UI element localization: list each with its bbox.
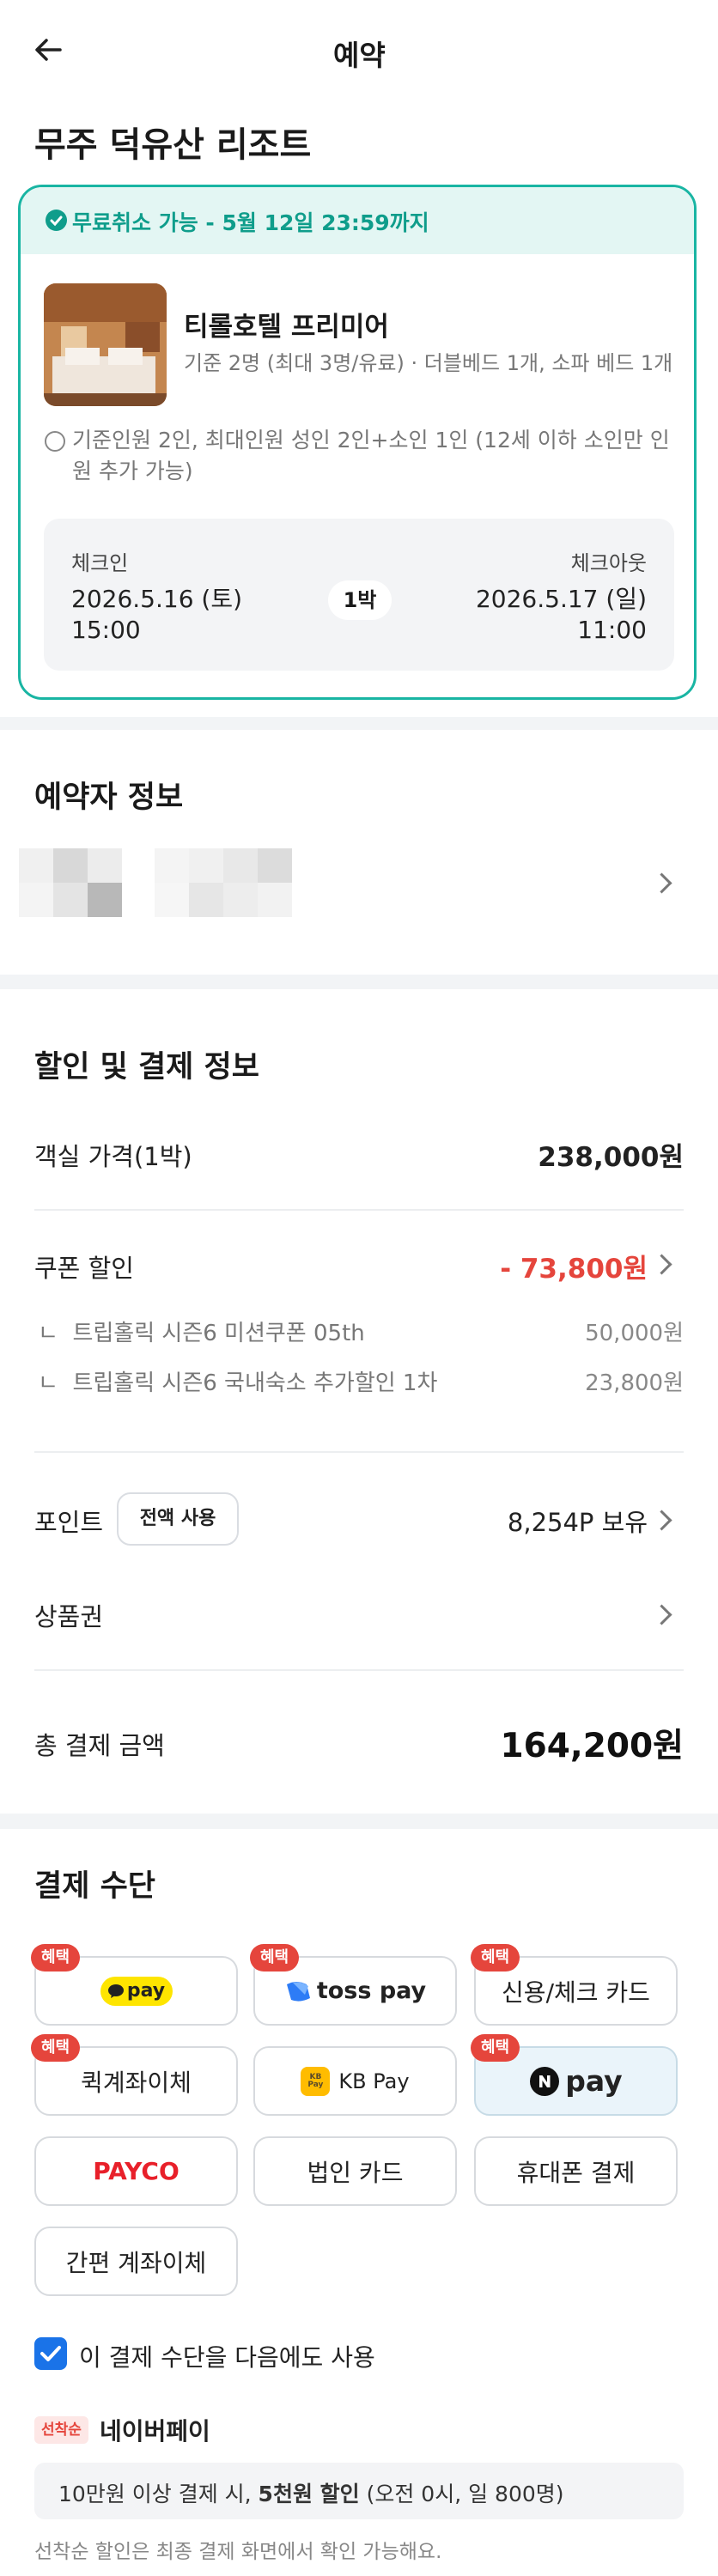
reservation-page: 예약 무주 덕유산 리조트 무료취소 가능 - 5월 12일 23:59까지 티… xyxy=(0,0,718,2576)
toss-logo-icon xyxy=(286,1981,310,2002)
coupon-item-label: 트립홀릭 시즌6 국내숙소 추가할인 1차 xyxy=(72,1370,438,1396)
room-thumbnail[interactable] xyxy=(44,283,167,406)
checkin-time: 15:00 xyxy=(71,616,141,644)
payment-info-title: 할인 및 결제 정보 xyxy=(34,1050,259,1084)
checkout-date: 2026.5.17 (일) xyxy=(475,585,647,613)
first-come-badge: 선착순 xyxy=(34,2416,88,2444)
coupon-item-label: 트립홀릭 시즌6 미션쿠폰 05th xyxy=(72,1321,365,1346)
room-price-value: 238,000원 xyxy=(538,1142,684,1173)
benefit-badge: 혜택 xyxy=(250,1944,300,1971)
benefit-badge: 혜택 xyxy=(31,2034,81,2062)
easy-transfer-label: 간편 계좌이체 xyxy=(65,2248,207,2277)
booker-phone-blurred xyxy=(155,848,292,917)
promo-box: 10만원 이상 결제 시, 5천원 할인 (오전 0시, 일 800명) xyxy=(34,2463,684,2519)
booker-name-blurred xyxy=(19,848,122,917)
phone-payment-label: 휴대폰 결제 xyxy=(516,2158,636,2187)
divider xyxy=(34,1669,684,1671)
checkout-time: 11:00 xyxy=(577,616,647,644)
chevron-right-icon[interactable] xyxy=(651,1604,672,1625)
divider xyxy=(34,1451,684,1453)
back-arrow-icon[interactable] xyxy=(31,33,65,67)
coupon-item-value: 50,000원 xyxy=(585,1321,684,1346)
footnote: 선착순 할인은 최종 결제 화면에서 확인 가능해요. xyxy=(34,2541,442,2563)
payco-button[interactable]: PAYCO xyxy=(34,2136,238,2206)
room-name: 티롤호텔 프리미어 xyxy=(184,312,389,343)
checkin-date: 2026.5.16 (토) xyxy=(71,585,243,613)
kbpay-button[interactable]: KB Pay KB Pay xyxy=(253,2046,457,2116)
promo-text-part: 10만원 이상 결제 시, xyxy=(58,2482,259,2506)
coupon-item-value: 23,800원 xyxy=(585,1370,684,1396)
quick-transfer-label: 퀵계좌이체 xyxy=(81,2068,192,2097)
check-circle-icon xyxy=(46,210,67,231)
total-amount: 164,200원 xyxy=(500,1727,684,1765)
remember-checkbox[interactable] xyxy=(34,2337,67,2370)
nights-badge: 1박 xyxy=(328,580,392,620)
credit-card-label: 신용/체크 카드 xyxy=(502,1978,650,2007)
payco-label: PAYCO xyxy=(93,2157,180,2185)
benefit-badge: 혜택 xyxy=(31,1944,81,1971)
kbpay-label: KB Pay xyxy=(338,2069,410,2093)
kakaopay-logo: pay xyxy=(100,1976,173,2006)
easy-transfer-button[interactable]: 간편 계좌이체 xyxy=(34,2227,238,2296)
benefit-badge: 혜택 xyxy=(471,1944,520,1971)
benefit-badge: 혜택 xyxy=(471,2034,520,2062)
booker-section[interactable]: 예약자 정보 xyxy=(0,730,718,975)
room-price-label: 객실 가격(1박) xyxy=(34,1142,192,1171)
remember-label[interactable]: 이 결제 수단을 다음에도 사용 xyxy=(79,2339,375,2373)
free-cancel-text: 무료취소 가능 - 5월 12일 23:59까지 xyxy=(72,210,429,235)
speech-bubble-icon xyxy=(107,1984,124,1998)
phone-payment-button[interactable]: 휴대폰 결제 xyxy=(474,2136,678,2206)
cancel-banner: 무료취소 가능 - 5월 12일 23:59까지 xyxy=(21,187,694,254)
hotel-name: 무주 덕유산 리조트 xyxy=(34,125,312,165)
payment-methods-title: 결제 수단 xyxy=(34,1869,155,1904)
kbpay-logo-icon: KB Pay xyxy=(301,2066,331,2096)
coupon-label: 쿠폰 할인 xyxy=(34,1254,134,1283)
checkin-checkout-box: 체크인 2026.5.16 (토) 15:00 1박 체크아웃 2026.5.1… xyxy=(44,519,674,671)
coupon-discount-value[interactable]: - 73,800원 xyxy=(500,1247,648,1285)
tosspay-label: toss pay xyxy=(316,1978,427,2004)
occupancy-note: 기준인원 2인, 최대인원 성인 2인+소인 1인 (12세 이하 소인만 인원… xyxy=(72,428,670,483)
info-icon xyxy=(45,431,65,452)
promo-text-part: (오전 0시, 일 800명) xyxy=(359,2482,564,2506)
promo-text: 10만원 이상 결제 시, 5천원 할인 (오전 0시, 일 800명) xyxy=(58,2477,564,2508)
checkin-label: 체크인 xyxy=(71,551,129,575)
chevron-right-icon[interactable] xyxy=(651,1254,672,1275)
point-label: 포인트 xyxy=(34,1508,104,1537)
coupon-item: ㄴ 트립홀릭 시즌6 미션쿠폰 05th xyxy=(38,1321,365,1346)
booker-title: 예약자 정보 xyxy=(34,781,184,815)
room-card: 무료취소 가능 - 5월 12일 23:59까지 티롤호텔 프리미어 기준 2명… xyxy=(18,185,697,700)
room-description: 기준 2명 (최대 3명/유료) · 더블베드 1개, 소파 베드 1개 xyxy=(184,351,673,375)
total-label: 총 결제 금액 xyxy=(34,1731,165,1760)
divider xyxy=(34,1209,684,1211)
use-all-points-button[interactable]: 전액 사용 xyxy=(117,1492,239,1546)
header-section: 예약 무주 덕유산 리조트 무료취소 가능 - 5월 12일 23:59까지 티… xyxy=(0,0,718,717)
point-balance: 8,254P 보유 xyxy=(507,1508,648,1537)
kakaopay-label: pay xyxy=(126,1980,166,2002)
corporate-card-button[interactable]: 법인 카드 xyxy=(253,2136,457,2206)
naver-n-icon xyxy=(530,2066,560,2096)
payment-info-section: 할인 및 결제 정보 객실 가격(1박) 238,000원 쿠폰 할인 - 73… xyxy=(0,989,718,1814)
chevron-right-icon[interactable] xyxy=(651,872,672,894)
checkout-label: 체크아웃 xyxy=(570,551,647,575)
checkmark-icon xyxy=(40,2346,61,2361)
page-title: 예약 xyxy=(333,39,386,72)
chevron-right-icon[interactable] xyxy=(651,1510,672,1531)
promo-highlight: 5천원 할인 xyxy=(258,2482,360,2506)
coupon-item: ㄴ 트립홀릭 시즌6 국내숙소 추가할인 1차 xyxy=(38,1370,438,1396)
voucher-label[interactable]: 상품권 xyxy=(34,1597,103,1633)
promo-title: 네이버페이 xyxy=(100,2417,210,2445)
corporate-card-label: 법인 카드 xyxy=(307,2158,404,2187)
naverpay-label: pay xyxy=(565,2064,623,2098)
